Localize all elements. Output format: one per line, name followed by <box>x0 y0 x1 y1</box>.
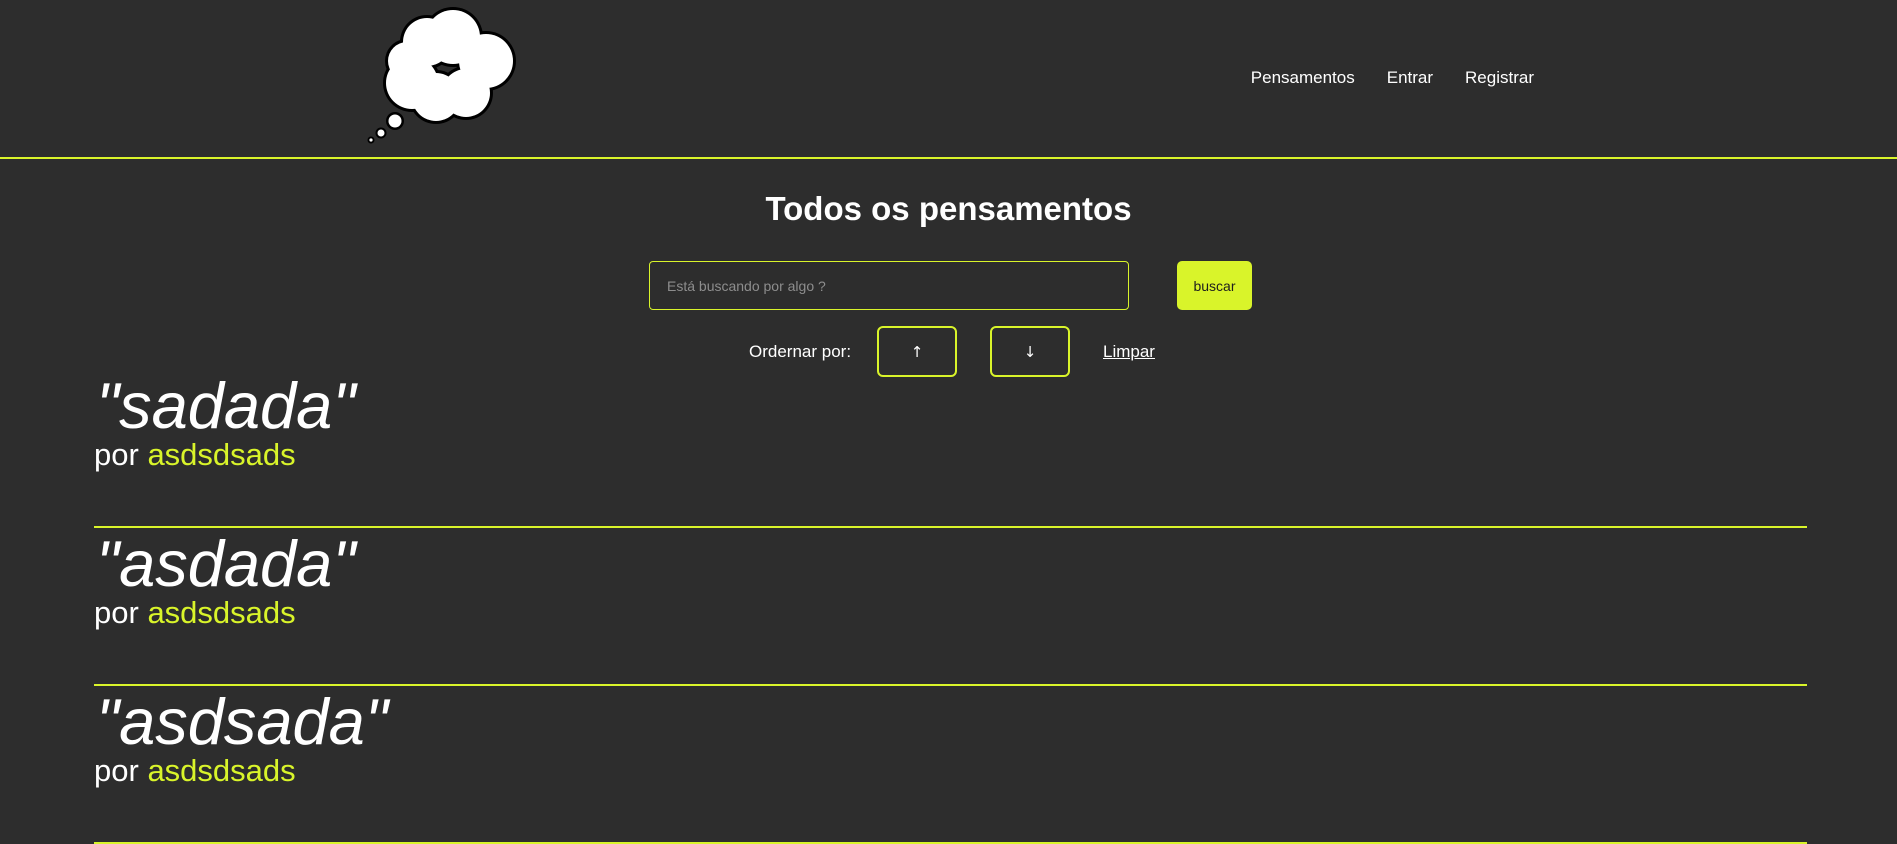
thought-quote: "asdada" <box>96 527 356 600</box>
thought-item: "asdsada" por asdsdsads <box>94 686 1807 844</box>
thought-cloud-icon[interactable] <box>363 7 529 147</box>
thought-author-name: asdsdsads <box>147 753 296 788</box>
site-header: Pensamentos Entrar Registrar <box>0 0 1897 159</box>
arrow-down-icon: ↓ <box>1023 342 1037 361</box>
search-button[interactable]: buscar <box>1177 261 1252 310</box>
thought-quote: "asdsada" <box>96 685 388 758</box>
main-nav: Pensamentos Entrar Registrar <box>1251 68 1534 88</box>
thought-author: por asdsdsads <box>94 595 296 631</box>
thought-author: por asdsdsads <box>94 437 296 473</box>
thought-quote: "sadada" <box>96 369 356 442</box>
thought-author: por asdsdsads <box>94 753 296 789</box>
thought-author-name: asdsdsads <box>147 595 296 630</box>
thought-by-label: por <box>94 437 139 472</box>
nav-link-entrar[interactable]: Entrar <box>1387 68 1433 88</box>
thought-item: "asdada" por asdsdsads <box>94 528 1807 686</box>
page-title: Todos os pensamentos <box>765 190 1132 227</box>
search-input[interactable] <box>649 261 1129 310</box>
thought-item: "sadada" por asdsdsads <box>94 370 1807 528</box>
thought-by-label: por <box>94 595 139 630</box>
clear-link[interactable]: Limpar <box>1103 342 1155 362</box>
thought-by-label: por <box>94 753 139 788</box>
nav-link-pensamentos[interactable]: Pensamentos <box>1251 68 1355 88</box>
order-label: Ordernar por: <box>749 342 852 361</box>
nav-link-registrar[interactable]: Registrar <box>1465 68 1534 88</box>
arrow-up-icon: ↑ <box>910 342 924 361</box>
thought-author-name: asdsdsads <box>147 437 296 472</box>
